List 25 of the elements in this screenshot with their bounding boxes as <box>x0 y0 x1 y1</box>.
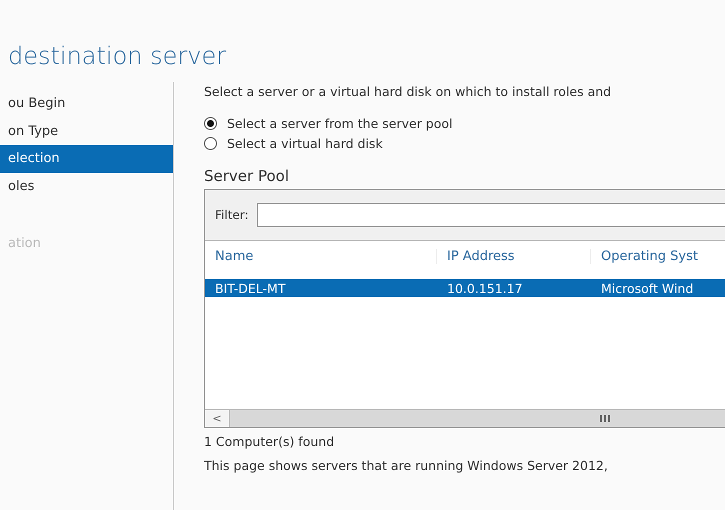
grip-icon <box>600 415 611 422</box>
column-header[interactable]: Operating Syst <box>591 248 725 264</box>
column-header[interactable]: Name <box>205 248 437 264</box>
sidebar-item[interactable]: oles <box>0 172 173 200</box>
info-text: This page shows servers that are running Windows Server 2012, <box>204 457 609 475</box>
instruction-text: Select a server or a virtual hard disk on which to install roles and <box>204 83 612 101</box>
horizontal-scrollbar[interactable]: < <box>205 409 725 427</box>
sidebar-item[interactable]: election <box>0 145 173 172</box>
radio-button[interactable] <box>204 137 217 150</box>
radio-button[interactable] <box>204 117 217 130</box>
sidebar-item[interactable]: on Type <box>0 118 173 145</box>
filter-label: Filter: <box>215 208 249 222</box>
status-text: 1 Computer(s) found <box>204 433 336 451</box>
table-row[interactable]: BIT-DEL-MT 10.0.151.17 Microsoft Wind <box>205 279 725 297</box>
scroll-left-button[interactable]: < <box>205 410 230 427</box>
column-header[interactable]: IP Address <box>437 248 591 264</box>
table-cell-text: 10.0.151.17 <box>446 280 524 296</box>
filter-field[interactable] <box>256 203 725 227</box>
radio-label[interactable]: Select a server from the server pool <box>227 116 453 131</box>
sidebar-item[interactable]: ou Begin <box>0 90 173 118</box>
table-cell-text: Microsoft Wind <box>600 280 694 296</box>
section-heading: Server Pool <box>204 166 290 187</box>
page-title: destination server <box>7 41 228 72</box>
radio-label[interactable]: Select a virtual hard disk <box>227 136 383 151</box>
table-cell-text: BIT-DEL-MT <box>214 280 286 296</box>
